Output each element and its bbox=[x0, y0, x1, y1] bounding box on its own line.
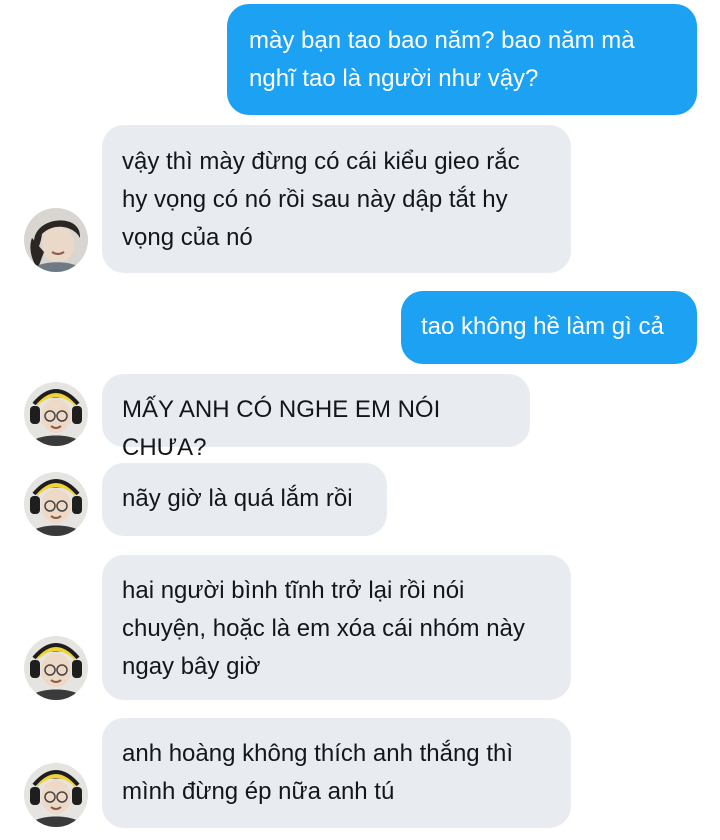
contact-avatar[interactable] bbox=[24, 763, 88, 827]
received-message-bubble[interactable]: MẤY ANH CÓ NGHE EM NÓI CHƯA? bbox=[102, 374, 530, 461]
contact-avatar[interactable] bbox=[24, 208, 88, 272]
avatar-photo-icon bbox=[24, 382, 88, 446]
contact-avatar[interactable] bbox=[24, 382, 88, 446]
received-message-bubble[interactable]: hai người bình tĩnh trở lại rồi nói chuy… bbox=[102, 555, 571, 700]
contact-avatar[interactable] bbox=[24, 636, 88, 700]
avatar-photo-icon bbox=[24, 636, 88, 700]
avatar-photo-icon bbox=[24, 208, 88, 272]
received-message-bubble[interactable]: anh hoàng không thích anh thắng thì mình… bbox=[102, 718, 571, 828]
sent-message-bubble[interactable]: mày bạn tao bao năm? bao năm mà nghĩ tao… bbox=[227, 4, 697, 115]
contact-avatar[interactable] bbox=[24, 472, 88, 536]
avatar-photo-icon bbox=[24, 472, 88, 536]
avatar-photo-icon bbox=[24, 763, 88, 827]
received-message-bubble[interactable]: vậy thì mày đừng có cái kiểu gieo rắc hy… bbox=[102, 125, 571, 273]
sent-message-bubble[interactable]: tao không hề làm gì cả bbox=[401, 291, 697, 364]
received-message-bubble[interactable]: nãy giờ là quá lắm rồi bbox=[102, 463, 387, 536]
